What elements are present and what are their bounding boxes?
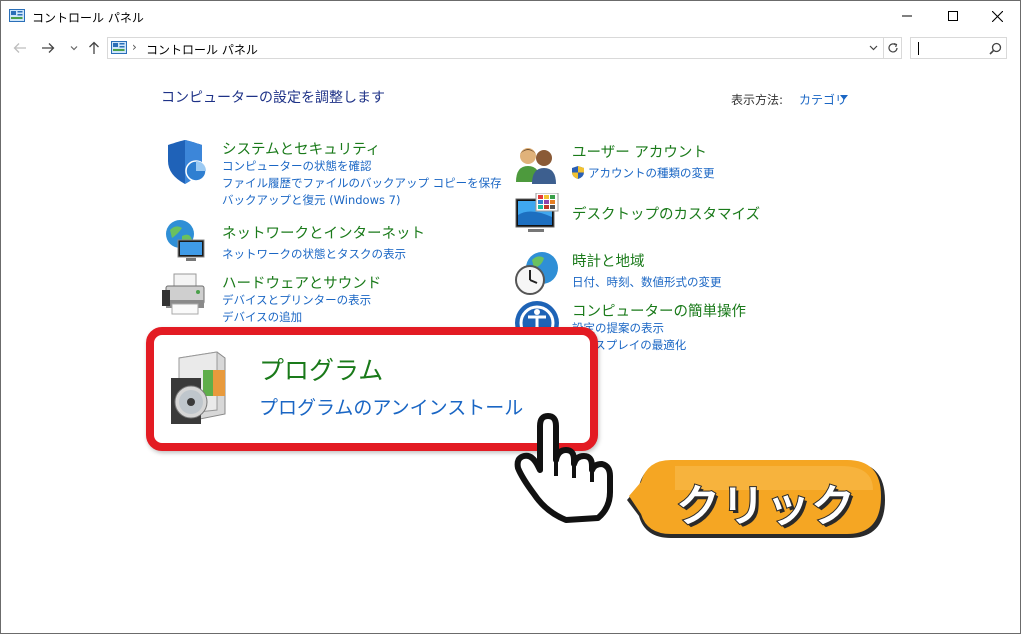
printer-icon[interactable] [162,272,208,318]
category-user-accounts[interactable]: ユーザー アカウント [572,141,707,162]
maximize-icon [948,11,958,21]
link-date-time-format[interactable]: 日付、時刻、数値形式の変更 [572,274,722,290]
page-title: コンピューターの設定を調整します [161,90,385,106]
search-input[interactable] [910,37,1007,59]
link-check-computer-status[interactable]: コンピューターの状態を確認 [222,158,372,174]
back-button[interactable] [11,39,29,57]
refresh-icon [888,42,898,53]
view-by-label: 表示方法: [731,93,784,107]
control-panel-icon [111,41,127,54]
link-change-account-type[interactable]: アカウントの種類の変更 [588,165,715,181]
breadcrumb-separator: › [132,40,137,54]
category-programs[interactable]: プログラム [259,351,383,387]
link-uninstall-program[interactable]: プログラムのアンインストール [259,393,523,420]
maximize-button[interactable] [930,1,976,31]
link-network-status[interactable]: ネットワークの状態とタスクの表示 [222,246,406,262]
uac-shield-icon [572,166,584,179]
chevron-down-icon [70,46,78,51]
link-devices-printers[interactable]: デバイスとプリンターの表示 [222,292,371,308]
recent-locations-button[interactable] [65,39,83,57]
programs-cd-icon[interactable] [165,348,235,428]
arrow-right-icon [42,43,55,53]
network-globe-icon[interactable] [162,218,208,264]
text-caret [918,42,919,55]
minimize-button[interactable] [884,1,930,31]
shield-icon[interactable] [162,139,208,185]
dropdown-arrow-icon[interactable] [840,95,848,100]
category-ease-of-access[interactable]: コンピューターの簡単操作 [572,300,746,321]
category-network-internet[interactable]: ネットワークとインターネット [222,222,425,243]
forward-button[interactable] [39,39,57,57]
category-appearance[interactable]: デスクトップのカスタマイズ [572,203,760,224]
address-bar[interactable]: › コントロール パネル [107,37,902,59]
breadcrumb-control-panel[interactable]: コントロール パネル [146,41,258,58]
hand-pointer-icon [514,413,613,523]
link-file-history-backup[interactable]: ファイル履歴でファイルのバックアップ コピーを保存 [222,175,502,191]
arrow-left-icon [13,43,26,53]
navigation-bar: › コントロール パネル [1,33,1020,63]
title-bar: コントロール パネル [1,1,1020,31]
up-button[interactable] [85,39,103,57]
category-hardware-sound[interactable]: ハードウェアとサウンド [222,272,381,293]
monitor-colors-icon[interactable] [514,193,560,239]
chevron-down-icon [869,45,877,51]
address-history-button[interactable] [866,41,880,55]
close-icon [991,10,1003,22]
link-add-device[interactable]: デバイスの追加 [222,309,302,325]
link-backup-restore[interactable]: バックアップと復元 (Windows 7) [222,192,400,208]
close-button[interactable] [974,1,1020,31]
clock-globe-icon[interactable] [514,250,560,296]
window-title: コントロール パネル [32,11,144,25]
category-clock-region[interactable]: 時計と地域 [572,250,645,271]
users-icon[interactable] [514,142,560,188]
minimize-icon [902,15,912,17]
click-callout-text: クリック [675,480,856,533]
arrow-up-icon [89,41,99,54]
search-icon[interactable] [989,42,1002,55]
control-panel-icon [9,9,25,22]
refresh-button[interactable] [883,38,902,58]
category-system-security[interactable]: システムとセキュリティ [222,138,380,159]
